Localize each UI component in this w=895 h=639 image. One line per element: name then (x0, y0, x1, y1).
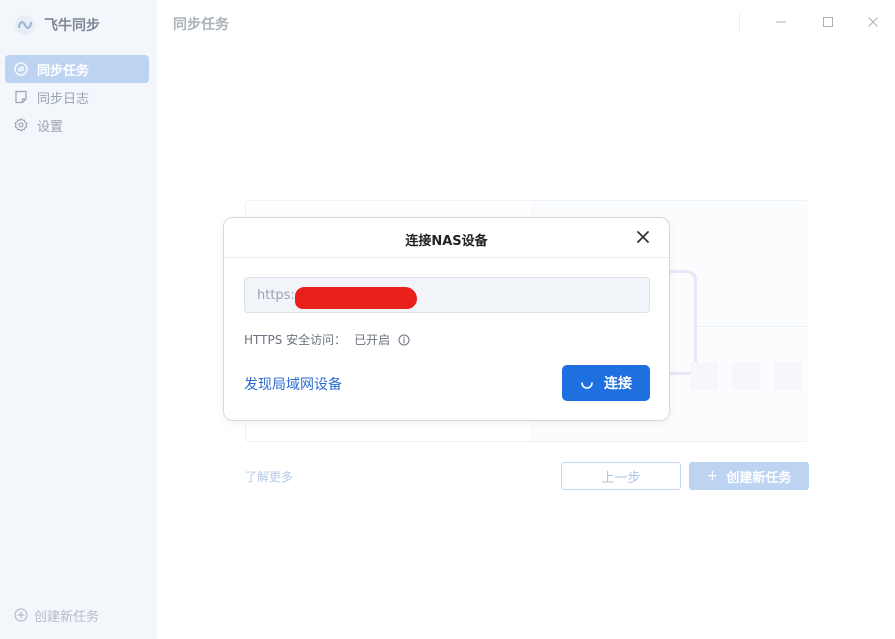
app-logo-icon (15, 15, 35, 35)
connect-label: 连接 (604, 376, 632, 392)
app-window: 飞牛同步 同步任务 同步日志 设置 创建新任务 同步任务 了解更多 上一步 + … (0, 0, 895, 639)
app-name: 飞牛同步 (44, 18, 100, 34)
learn-more-link[interactable]: 了解更多 (245, 468, 293, 485)
loading-spinner-icon (581, 382, 593, 389)
https-status-row: HTTPS 安全访问： 已开启 (244, 331, 410, 348)
url-input-container (244, 277, 650, 313)
connect-button[interactable]: 连接 (562, 365, 650, 401)
window-controls-divider (739, 14, 740, 32)
plus-circle-icon (14, 608, 28, 622)
app-logo: 飞牛同步 (14, 14, 100, 36)
sidebar-item-sync-tasks[interactable]: 同步任务 (5, 55, 149, 83)
background-tiles (690, 362, 802, 390)
dialog-close-button[interactable] (634, 228, 652, 246)
close-icon (868, 17, 878, 27)
sync-icon (14, 62, 28, 76)
close-icon (637, 231, 649, 243)
dialog-title: 连接NAS设备 (405, 234, 488, 249)
sidebar-create-task-button[interactable]: 创建新任务 (14, 604, 99, 626)
connect-nas-dialog: 连接NAS设备 HTTPS 安全访问： 已开启 发现局域网设备 (223, 217, 670, 421)
background-tile (774, 362, 802, 390)
background-tile (690, 362, 718, 390)
https-label: HTTPS 安全访问： (244, 333, 347, 347)
create-task-label: 创建新任务 (726, 470, 792, 486)
sidebar: 飞牛同步 同步任务 同步日志 设置 创建新任务 (0, 0, 157, 639)
minimize-button[interactable] (768, 10, 794, 34)
discover-lan-devices-link[interactable]: 发现局域网设备 (244, 374, 342, 394)
sidebar-item-sync-log[interactable]: 同步日志 (5, 83, 149, 111)
background-divider (697, 326, 807, 327)
sidebar-nav: 同步任务 同步日志 设置 (5, 55, 149, 139)
background-tile (732, 362, 760, 390)
redaction-mark (295, 287, 417, 309)
sidebar-create-task-label: 创建新任务 (34, 609, 100, 625)
dialog-header: 连接NAS设备 (224, 218, 669, 258)
sidebar-item-label: 设置 (37, 119, 64, 135)
window-close-button[interactable] (860, 10, 886, 34)
log-icon (15, 90, 27, 104)
sidebar-item-settings[interactable]: 设置 (5, 111, 149, 139)
sidebar-item-label: 同步日志 (37, 91, 90, 107)
gear-icon (14, 118, 28, 132)
previous-step-button[interactable]: 上一步 (561, 462, 681, 490)
create-task-button[interactable]: + 创建新任务 (689, 462, 809, 490)
minimize-icon (776, 21, 786, 23)
page-title: 同步任务 (173, 17, 229, 33)
sidebar-item-label: 同步任务 (37, 63, 90, 79)
info-icon[interactable] (398, 334, 410, 346)
maximize-button[interactable] (815, 10, 841, 34)
maximize-icon (823, 17, 833, 27)
plus-icon: + (706, 468, 719, 484)
https-status: 已开启 (354, 333, 391, 347)
